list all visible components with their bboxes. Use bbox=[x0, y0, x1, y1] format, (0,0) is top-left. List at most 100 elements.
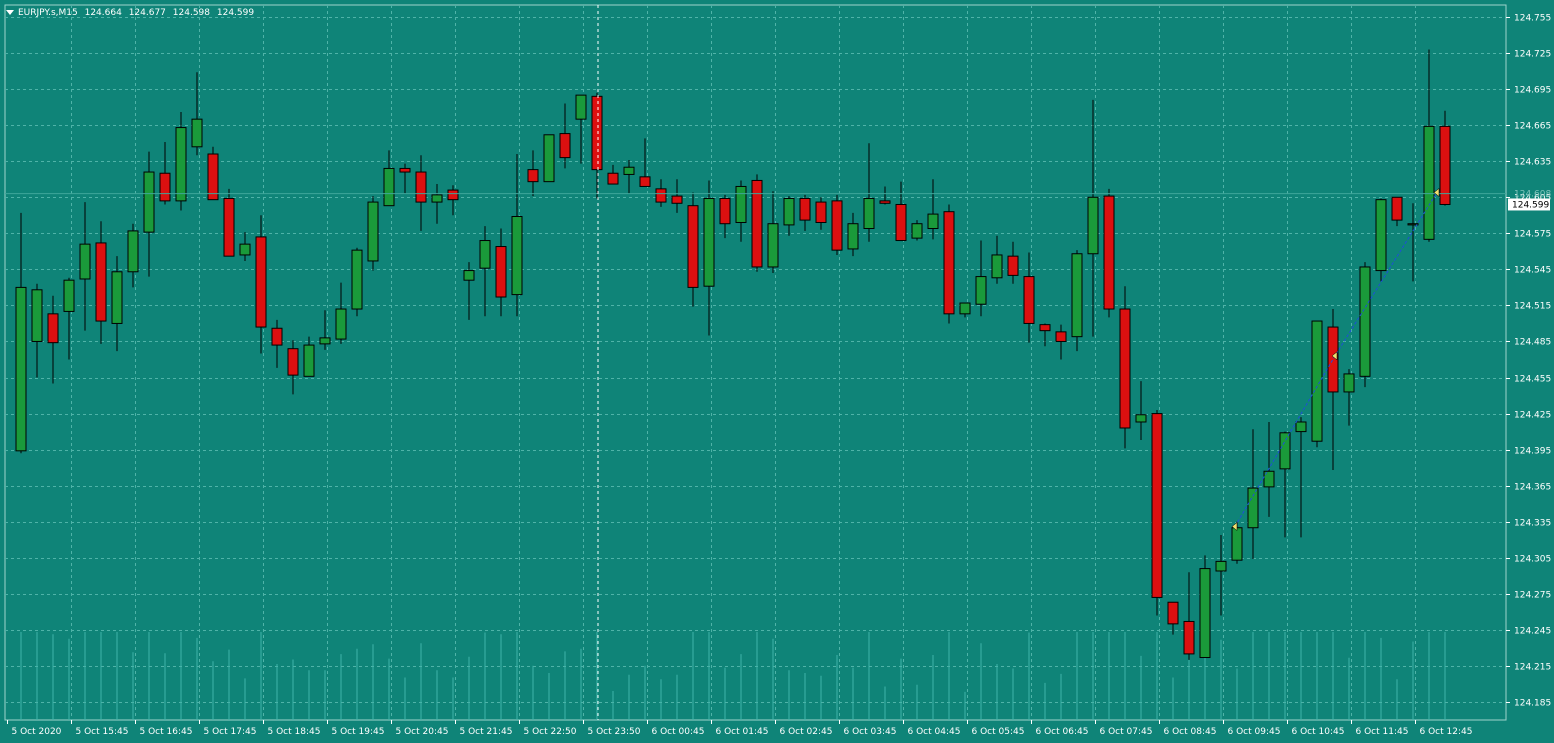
x-tick-label: 6 Oct 06:45 bbox=[1036, 727, 1089, 737]
y-tick-label: 124.515 bbox=[1514, 302, 1551, 312]
candle-body bbox=[159, 172, 171, 202]
candle-body bbox=[1023, 276, 1035, 324]
collapse-triangle-icon[interactable] bbox=[6, 10, 14, 15]
candle-body bbox=[1119, 308, 1131, 429]
ask-price-label: 124.608 bbox=[1514, 190, 1551, 200]
candle-body bbox=[687, 205, 699, 288]
candle-body bbox=[1391, 196, 1403, 221]
x-tick-label: 5 Oct 22:50 bbox=[524, 727, 577, 737]
candle-body bbox=[959, 302, 971, 315]
candle-body bbox=[767, 223, 779, 268]
y-tick-label: 124.395 bbox=[1514, 447, 1551, 457]
candle-body bbox=[1423, 125, 1435, 240]
candle-body bbox=[527, 169, 539, 183]
chart-window[interactable]: 124.185 124.215 124.245 124.275 124.305 124.3… bbox=[0, 0, 1554, 743]
candle-body bbox=[559, 133, 571, 159]
y-tick-label: 124.215 bbox=[1514, 663, 1551, 673]
candle-body bbox=[719, 197, 731, 225]
candle-body bbox=[31, 289, 43, 342]
candle-body bbox=[415, 171, 427, 203]
x-tick-label: 5 Oct 15:45 bbox=[76, 727, 129, 737]
candle-body bbox=[927, 213, 939, 230]
candle-body bbox=[1295, 421, 1307, 433]
candle-body bbox=[1231, 527, 1243, 561]
candle-body bbox=[1247, 487, 1259, 529]
candle-body bbox=[1215, 560, 1227, 572]
candle-body bbox=[255, 236, 267, 328]
open-value: 124.664 bbox=[84, 8, 122, 18]
candle-body bbox=[319, 337, 331, 345]
candle-body bbox=[367, 201, 379, 262]
x-tick-label: 6 Oct 00:45 bbox=[652, 727, 705, 737]
candle-body bbox=[799, 197, 811, 221]
y-tick-label: 124.455 bbox=[1514, 375, 1551, 385]
candle-body bbox=[1311, 320, 1323, 442]
candle-body bbox=[703, 197, 715, 287]
candle-body bbox=[495, 246, 507, 298]
candle-body bbox=[991, 254, 1003, 279]
candle-body bbox=[95, 242, 107, 322]
y-tick-label: 124.635 bbox=[1514, 158, 1551, 168]
candlestick-chart[interactable]: 124.185 124.215 124.245 124.275 124.305 124.3… bbox=[0, 0, 1554, 743]
chart-header: EURJPY.s,M15 124.664 124.677 124.598 124… bbox=[6, 8, 258, 18]
price-tag-label: 124.599 bbox=[1512, 200, 1549, 210]
y-tick-label: 124.275 bbox=[1514, 591, 1551, 601]
candle-body bbox=[511, 215, 523, 296]
x-tick-label: 6 Oct 09:45 bbox=[1228, 727, 1281, 737]
candle-body bbox=[335, 308, 347, 340]
candle-body bbox=[191, 118, 203, 148]
candle-body bbox=[847, 223, 859, 250]
y-tick-label: 124.575 bbox=[1514, 230, 1551, 240]
candle-body bbox=[623, 166, 635, 175]
symbol-label: EURJPY.s,M15 bbox=[18, 8, 78, 18]
candle-body bbox=[1007, 255, 1019, 276]
candle-body bbox=[879, 200, 891, 204]
candle-body bbox=[911, 223, 923, 239]
candle-body bbox=[575, 94, 587, 120]
y-tick-label: 124.725 bbox=[1514, 50, 1551, 60]
candle-body bbox=[479, 240, 491, 269]
y-tick-label: 124.245 bbox=[1514, 627, 1551, 637]
y-tick-label: 124.365 bbox=[1514, 483, 1551, 493]
candle-body bbox=[895, 203, 907, 242]
candle-body bbox=[1167, 601, 1179, 625]
candle-body bbox=[47, 313, 59, 344]
y-tick-label: 124.485 bbox=[1514, 338, 1551, 348]
candle-body bbox=[223, 197, 235, 257]
candle-body bbox=[463, 270, 475, 281]
candle-body bbox=[1359, 266, 1371, 377]
candle-body bbox=[271, 327, 283, 346]
x-tick-label: 5 Oct 17:45 bbox=[204, 727, 257, 737]
x-tick-label: 6 Oct 03:45 bbox=[844, 727, 897, 737]
candle-body bbox=[399, 167, 411, 173]
candle-body bbox=[1151, 413, 1163, 598]
candle-body bbox=[607, 172, 619, 185]
x-tick-label: 6 Oct 11:45 bbox=[1356, 727, 1409, 737]
candle-body bbox=[639, 176, 651, 187]
candle-body bbox=[735, 185, 747, 224]
close-value: 124.599 bbox=[216, 8, 255, 18]
candle-body bbox=[287, 348, 299, 376]
candle-body bbox=[591, 95, 603, 171]
candle-body bbox=[127, 230, 139, 273]
candle-body bbox=[1279, 432, 1291, 470]
candle-body bbox=[1199, 568, 1211, 659]
candle-body bbox=[1439, 125, 1451, 205]
candle-body bbox=[1055, 331, 1067, 342]
candle-body bbox=[1103, 195, 1115, 310]
candle-body bbox=[63, 279, 75, 312]
candle-body bbox=[303, 344, 315, 377]
y-tick-label: 124.695 bbox=[1514, 86, 1551, 96]
y-tick-label: 124.305 bbox=[1514, 555, 1551, 565]
candle-body bbox=[655, 188, 667, 203]
candle-body bbox=[943, 211, 955, 315]
y-tick-label: 124.335 bbox=[1514, 519, 1551, 529]
y-tick-label: 124.425 bbox=[1514, 411, 1551, 421]
x-tick-label: 6 Oct 01:45 bbox=[716, 727, 769, 737]
candle-body bbox=[1071, 253, 1083, 338]
candle-body bbox=[1039, 324, 1051, 332]
high-value: 124.677 bbox=[128, 8, 166, 18]
candle-body bbox=[671, 195, 683, 204]
candle-body bbox=[831, 200, 843, 251]
candle-body bbox=[1135, 414, 1147, 423]
